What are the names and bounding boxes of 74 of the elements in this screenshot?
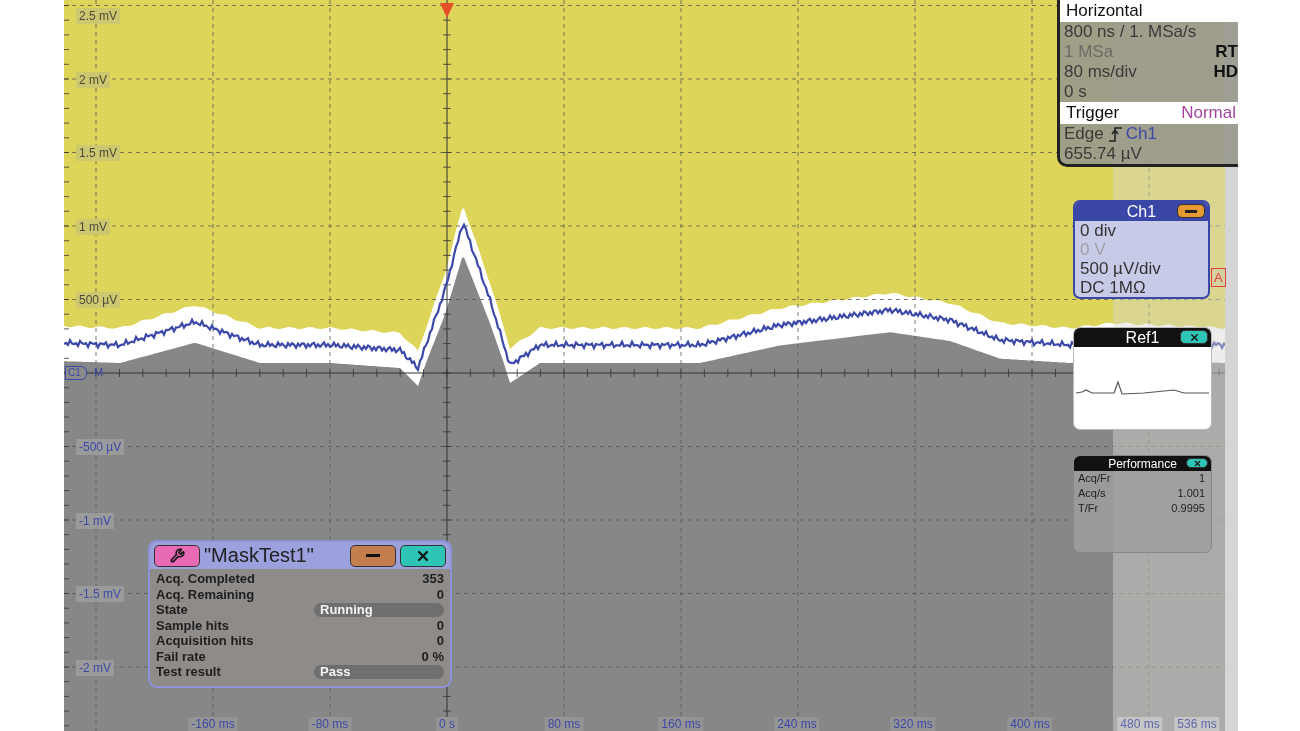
ground-marker: M [94, 366, 104, 378]
result-label: Acq. Remaining [156, 586, 255, 602]
axis-label: 480 ms [1117, 717, 1163, 731]
axis-label: 2 mV [76, 72, 110, 88]
axis-label: 1 mV [76, 219, 110, 235]
axis-label: -1 mV [76, 513, 114, 529]
axis-label: 1.5 mV [76, 145, 120, 161]
result-value: 0 [436, 586, 444, 602]
axis-label: 536 ms [1174, 717, 1220, 731]
axis-label: 320 ms [890, 717, 936, 731]
metric-value: 0.9995 [1171, 501, 1205, 516]
mode-text: HD [1213, 62, 1238, 82]
wrench-icon [169, 548, 185, 563]
result-value: 0 [436, 617, 444, 633]
minimize-icon [1185, 209, 1197, 213]
axis-label: 0 s [436, 717, 458, 731]
panel-title: Performance [1108, 456, 1177, 471]
metric-value: 1 [1198, 471, 1205, 486]
mode-text: RT [1215, 42, 1238, 62]
setting-text: 500 µV/div [1079, 259, 1162, 278]
minimize-button[interactable] [350, 544, 396, 567]
axis-label: 400 ms [1007, 717, 1053, 731]
result-label: Fail rate [156, 648, 206, 664]
axis-label: -500 µV [76, 439, 125, 455]
trigger-threshold: 655.74 µV [1064, 144, 1142, 164]
result-label: Acq. Completed [156, 571, 255, 587]
setting-text: 0 div [1079, 221, 1117, 240]
axis-label: 80 ms [544, 717, 584, 731]
axis-label: 2.5 mV [76, 8, 120, 24]
setting-text: 80 ms/div [1064, 62, 1137, 82]
axis-label: 500 µV [76, 292, 121, 308]
setting-text: 0 s [1064, 82, 1087, 102]
minimize-button[interactable] [1177, 204, 1205, 218]
minimize-icon [366, 554, 380, 557]
close-button[interactable] [1186, 458, 1208, 468]
channel-marker: C1 [65, 366, 87, 380]
settings-button[interactable] [154, 544, 200, 567]
status-bar: Running [314, 602, 444, 617]
result-value: 0 [436, 633, 444, 649]
panel-title: Ch1 [1126, 202, 1157, 221]
axis-label: -2 mV [76, 660, 114, 676]
result-value: 0 % [421, 648, 444, 664]
metric-label: Acq/Fr [1078, 471, 1111, 486]
close-button[interactable] [1180, 330, 1208, 344]
axis-label: 240 ms [774, 717, 820, 731]
status-bar: Pass [314, 664, 444, 679]
setting-text: DC 1MΩ [1079, 278, 1147, 297]
dialog-title: "MaskTest1" [204, 544, 315, 567]
trigger-mode: Normal [1181, 103, 1236, 123]
metric-value: 1.001 [1177, 486, 1205, 501]
panel-title: Trigger [1066, 103, 1120, 123]
axis-label: 160 ms [658, 717, 704, 731]
result-label: Sample hits [156, 617, 229, 633]
axis-label: -80 ms [308, 717, 352, 731]
result-label: State [156, 602, 188, 618]
result-value: 353 [422, 571, 444, 587]
panel-title: Ref1 [1125, 328, 1160, 347]
trigger-position-icon [440, 3, 454, 18]
metric-label: T/Fr [1078, 501, 1099, 516]
trigger-level-marker: A [1211, 268, 1226, 287]
setting-text: 0 V [1079, 240, 1107, 259]
rising-edge-icon [1107, 126, 1124, 142]
result-label: Test result [156, 664, 221, 680]
axis-label: -160 ms [188, 717, 238, 731]
close-button[interactable] [400, 544, 446, 567]
trigger-type: Edge [1064, 124, 1104, 144]
close-icon [1192, 458, 1202, 468]
result-label: Acquisition hits [156, 633, 254, 649]
axis-label: -1.5 mV [76, 586, 124, 602]
close-icon [1188, 331, 1200, 343]
panel-title: Horizontal [1066, 1, 1143, 21]
metric-label: Acq/s [1078, 486, 1106, 501]
trigger-source: Ch1 [1125, 124, 1157, 144]
setting-text: 800 ns / 1. MSa/s [1064, 22, 1197, 42]
